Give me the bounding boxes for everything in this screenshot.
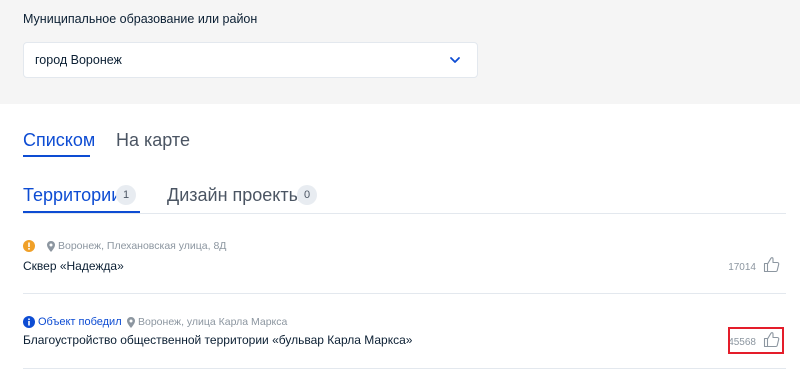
thumbs-up-icon[interactable] <box>763 256 780 273</box>
municipality-select[interactable]: город Воронеж <box>23 42 478 78</box>
tab-list-underline <box>23 155 90 157</box>
item-address: Воронеж, Плехановская улица, 8Д <box>58 240 227 252</box>
filter-panel: Муниципальное образование или район горо… <box>0 0 800 104</box>
location-pin-icon <box>47 241 55 252</box>
vote-highlight-box <box>728 327 784 354</box>
tabs-divider <box>23 213 786 214</box>
info-orange-icon <box>23 240 35 252</box>
municipality-label: Муниципальное образование или район <box>23 12 258 26</box>
item-divider <box>23 368 786 369</box>
item-address: Воронеж, улица Карла Маркса <box>138 316 288 328</box>
tab-list[interactable]: Списком <box>23 130 95 151</box>
tab-territories[interactable]: Территории <box>23 185 121 206</box>
winner-status-text: Объект победил <box>38 316 122 328</box>
chevron-down-icon <box>450 57 460 63</box>
location-pin-icon <box>127 317 135 328</box>
vote-count: 17014 <box>728 262 756 273</box>
item-title[interactable]: Благоустройство общественной территории … <box>23 333 412 347</box>
design-projects-count-badge: 0 <box>297 185 317 205</box>
municipality-select-value: город Воронеж <box>35 53 122 67</box>
tab-design-projects[interactable]: Дизайн проекты <box>167 185 302 206</box>
item-title[interactable]: Сквер «Надежда» <box>23 259 124 273</box>
territories-count-badge: 1 <box>116 185 136 205</box>
item-divider <box>23 293 786 294</box>
info-blue-icon <box>23 316 35 328</box>
tab-map[interactable]: На карте <box>116 130 190 151</box>
